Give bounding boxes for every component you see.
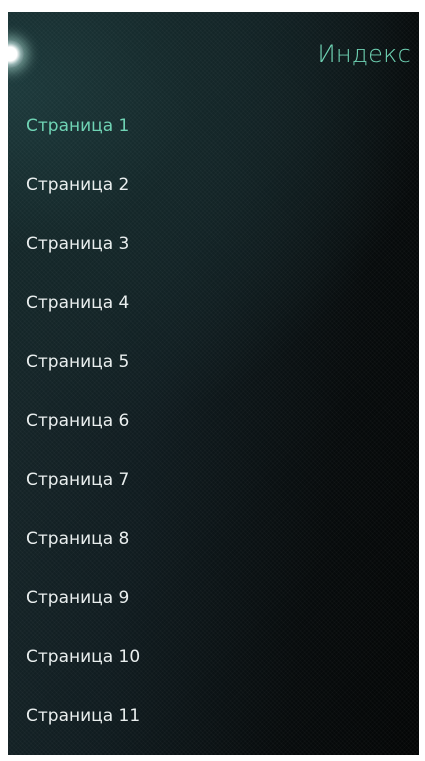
list-item-label: Страница 7 xyxy=(26,469,130,490)
list-item-label: Страница 1 xyxy=(26,115,130,136)
list-item-page-2[interactable]: Страница 2 xyxy=(8,155,419,214)
list-item-label: Страница 9 xyxy=(26,587,130,608)
app-screen: Индекс Страница 1 Страница 2 Страница 3 … xyxy=(8,12,419,755)
list-item-page-7[interactable]: Страница 7 xyxy=(8,450,419,509)
page-header-title: Индекс xyxy=(317,40,411,68)
list-item-label: Страница 5 xyxy=(26,351,130,372)
list-item-page-10[interactable]: Страница 10 xyxy=(8,627,419,686)
list-item-page-3[interactable]: Страница 3 xyxy=(8,214,419,273)
pulley-menu-indicator-icon xyxy=(8,40,24,68)
list-item-label: Страница 8 xyxy=(26,528,130,549)
list-item-label: Страница 11 xyxy=(26,705,141,726)
page-list: Страница 1 Страница 2 Страница 3 Страниц… xyxy=(8,96,419,745)
list-item-page-8[interactable]: Страница 8 xyxy=(8,509,419,568)
list-item-label: Страница 6 xyxy=(26,410,130,431)
list-item-page-11[interactable]: Страница 11 xyxy=(8,686,419,745)
list-item-page-6[interactable]: Страница 6 xyxy=(8,391,419,450)
list-item-page-4[interactable]: Страница 4 xyxy=(8,273,419,332)
list-item-page-1[interactable]: Страница 1 xyxy=(8,96,419,155)
list-item-page-5[interactable]: Страница 5 xyxy=(8,332,419,391)
list-item-label: Страница 2 xyxy=(26,174,130,195)
list-item-label: Страница 4 xyxy=(26,292,130,313)
list-item-page-9[interactable]: Страница 9 xyxy=(8,568,419,627)
list-item-label: Страница 3 xyxy=(26,233,130,254)
list-item-label: Страница 10 xyxy=(26,646,141,667)
